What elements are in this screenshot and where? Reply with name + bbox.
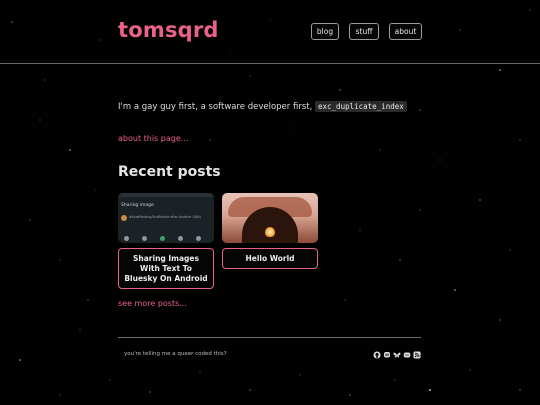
thumb-avatar <box>121 215 127 221</box>
share-target-icon <box>196 236 201 241</box>
intro-text: I'm a gay guy first, a software develope… <box>118 101 407 112</box>
nav-blog-button[interactable]: blog <box>311 23 339 40</box>
post-title[interactable]: Sharing Images With Text To Bluesky On A… <box>118 248 214 289</box>
github-icon[interactable] <box>373 351 381 359</box>
thumb-text: #blueRanking/SnoRankle after Another (St… <box>129 215 202 219</box>
post-title[interactable]: Hello World <box>222 248 318 269</box>
see-more-posts-link[interactable]: see more posts... <box>118 299 187 308</box>
discord-icon[interactable] <box>403 351 411 359</box>
intro-sentence: I'm a gay guy first, a software develope… <box>118 102 313 112</box>
post-card-sharing-images[interactable]: Sharing image #blueRanking/SnoRankle aft… <box>118 193 214 289</box>
nav-stuff-button[interactable]: stuff <box>349 23 379 40</box>
social-links <box>373 351 421 359</box>
page: tomsqrd blog stuff about I'm a gay guy f… <box>0 0 540 405</box>
footer-text: you're telling me a queer coded this? <box>124 351 227 357</box>
site-header: tomsqrd blog stuff about <box>0 0 540 64</box>
share-target-icon <box>160 236 165 241</box>
nav-about-button[interactable]: about <box>389 23 422 40</box>
footer-divider <box>118 337 421 338</box>
about-page-link[interactable]: about this page... <box>118 134 188 143</box>
post-thumbnail[interactable]: Sharing image #blueRanking/SnoRankle aft… <box>118 193 214 243</box>
mastodon-icon[interactable] <box>383 351 391 359</box>
share-target-icon <box>178 236 183 241</box>
main-nav: blog stuff about <box>311 23 422 40</box>
thumb-header: Sharing image <box>121 203 154 208</box>
share-target-icon <box>142 236 147 241</box>
thumb-status-bar <box>118 193 214 197</box>
bluesky-icon[interactable] <box>393 351 401 359</box>
recent-posts-heading: Recent posts <box>118 164 221 180</box>
share-target-icon <box>124 236 129 241</box>
rss-icon[interactable] <box>413 351 421 359</box>
thumb-share-icons <box>124 236 201 241</box>
intro-code: exc_duplicate_index <box>315 101 407 112</box>
post-card-hello-world[interactable]: Hello World <box>222 193 318 269</box>
post-thumbnail[interactable] <box>222 193 318 243</box>
site-logo[interactable]: tomsqrd <box>118 18 219 42</box>
fire-glow <box>265 227 275 237</box>
